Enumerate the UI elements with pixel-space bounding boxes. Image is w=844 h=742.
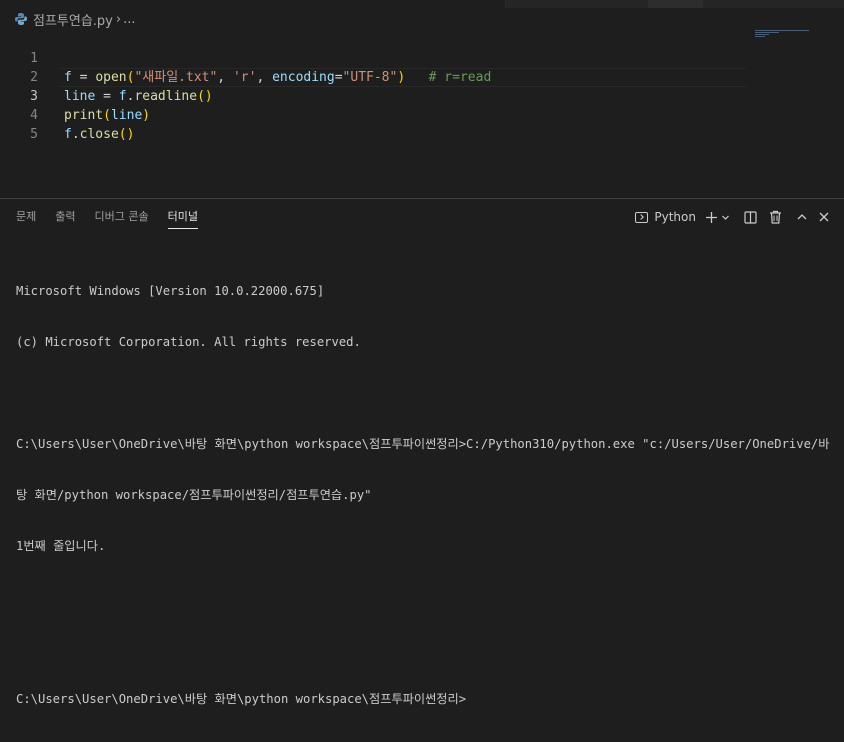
editor-tab-strip xyxy=(0,0,844,8)
chevron-down-icon[interactable] xyxy=(721,213,730,222)
terminal-selector[interactable]: Python xyxy=(635,207,696,227)
token-operator: . xyxy=(71,127,80,142)
terminal-line: (c) Microsoft Corporation. All rights re… xyxy=(16,335,361,349)
panel-actions: Python xyxy=(626,207,830,227)
minimap-line xyxy=(755,32,779,33)
tab-problems[interactable]: 문제 xyxy=(16,208,36,228)
terminal-line: 탕 화면/python workspace/점프투파이썬정리/점프투연습.py" xyxy=(16,488,372,502)
split-terminal-button[interactable] xyxy=(744,207,757,227)
minimap[interactable] xyxy=(755,30,815,40)
terminal-prompt[interactable]: C:\Users\User\OneDrive\바탕 화면\python work… xyxy=(16,691,829,708)
code-line[interactable]: 1 f = open("새파일.txt", 'r', encoding="UTF… xyxy=(0,30,760,85)
token-variable: f xyxy=(64,127,72,142)
minimap-line xyxy=(755,34,769,35)
code-line[interactable]: 5 xyxy=(0,106,760,142)
split-icon xyxy=(744,210,757,224)
tab-terminal[interactable]: 터미널 xyxy=(167,208,199,229)
plus-icon xyxy=(705,211,718,224)
bottom-panel: 문제 출력 디버그 콘솔 터미널 Python Microsoft Window… xyxy=(0,198,844,706)
code-line[interactable]: 4 f.close() xyxy=(0,87,760,142)
kill-terminal-button[interactable] xyxy=(769,207,782,227)
active-editor-tab[interactable] xyxy=(0,0,505,8)
terminal-name: Python xyxy=(654,210,696,224)
code-line[interactable]: 2 line = f.readline() xyxy=(0,49,760,104)
panel-tabs: 문제 출력 디버그 콘솔 터미널 xyxy=(16,208,217,229)
line-number: 5 xyxy=(30,127,38,142)
terminal-icon xyxy=(635,211,649,223)
tab-output[interactable]: 출력 xyxy=(55,208,75,228)
minimap-line xyxy=(755,30,809,31)
token-bracket: () xyxy=(118,127,135,142)
python-file-icon xyxy=(14,12,28,26)
terminal-line: Microsoft Windows [Version 10.0.22000.67… xyxy=(16,284,325,298)
maximize-panel-button[interactable] xyxy=(796,207,808,227)
line-code[interactable]: f.close() xyxy=(64,125,134,144)
breadcrumb: 점프투연습.py › ... xyxy=(14,9,136,29)
trash-icon xyxy=(769,210,782,224)
breadcrumb-file[interactable]: 점프투연습.py xyxy=(33,10,113,29)
code-line[interactable]: 3 print(line) xyxy=(0,68,760,123)
code-editor[interactable]: 1 f = open("새파일.txt", 'r', encoding="UTF… xyxy=(0,29,844,199)
close-icon xyxy=(818,211,830,223)
minimap-line xyxy=(755,36,765,37)
tab-divider xyxy=(505,0,506,8)
terminal-output[interactable]: Microsoft Windows [Version 10.0.22000.67… xyxy=(16,249,829,742)
close-panel-button[interactable] xyxy=(818,207,830,227)
new-terminal-button[interactable] xyxy=(705,207,730,227)
token-function: close xyxy=(79,127,119,142)
terminal-line: C:\Users\User\OneDrive\바탕 화면\python work… xyxy=(16,437,830,451)
breadcrumb-separator: › xyxy=(115,11,122,27)
tab-debug-console[interactable]: 디버그 콘솔 xyxy=(95,208,149,228)
terminal-line: 1번째 줄입니다. xyxy=(16,539,106,553)
breadcrumb-more[interactable]: ... xyxy=(123,12,135,27)
inactive-editor-tab[interactable] xyxy=(648,0,703,8)
chevron-up-icon xyxy=(796,211,808,223)
